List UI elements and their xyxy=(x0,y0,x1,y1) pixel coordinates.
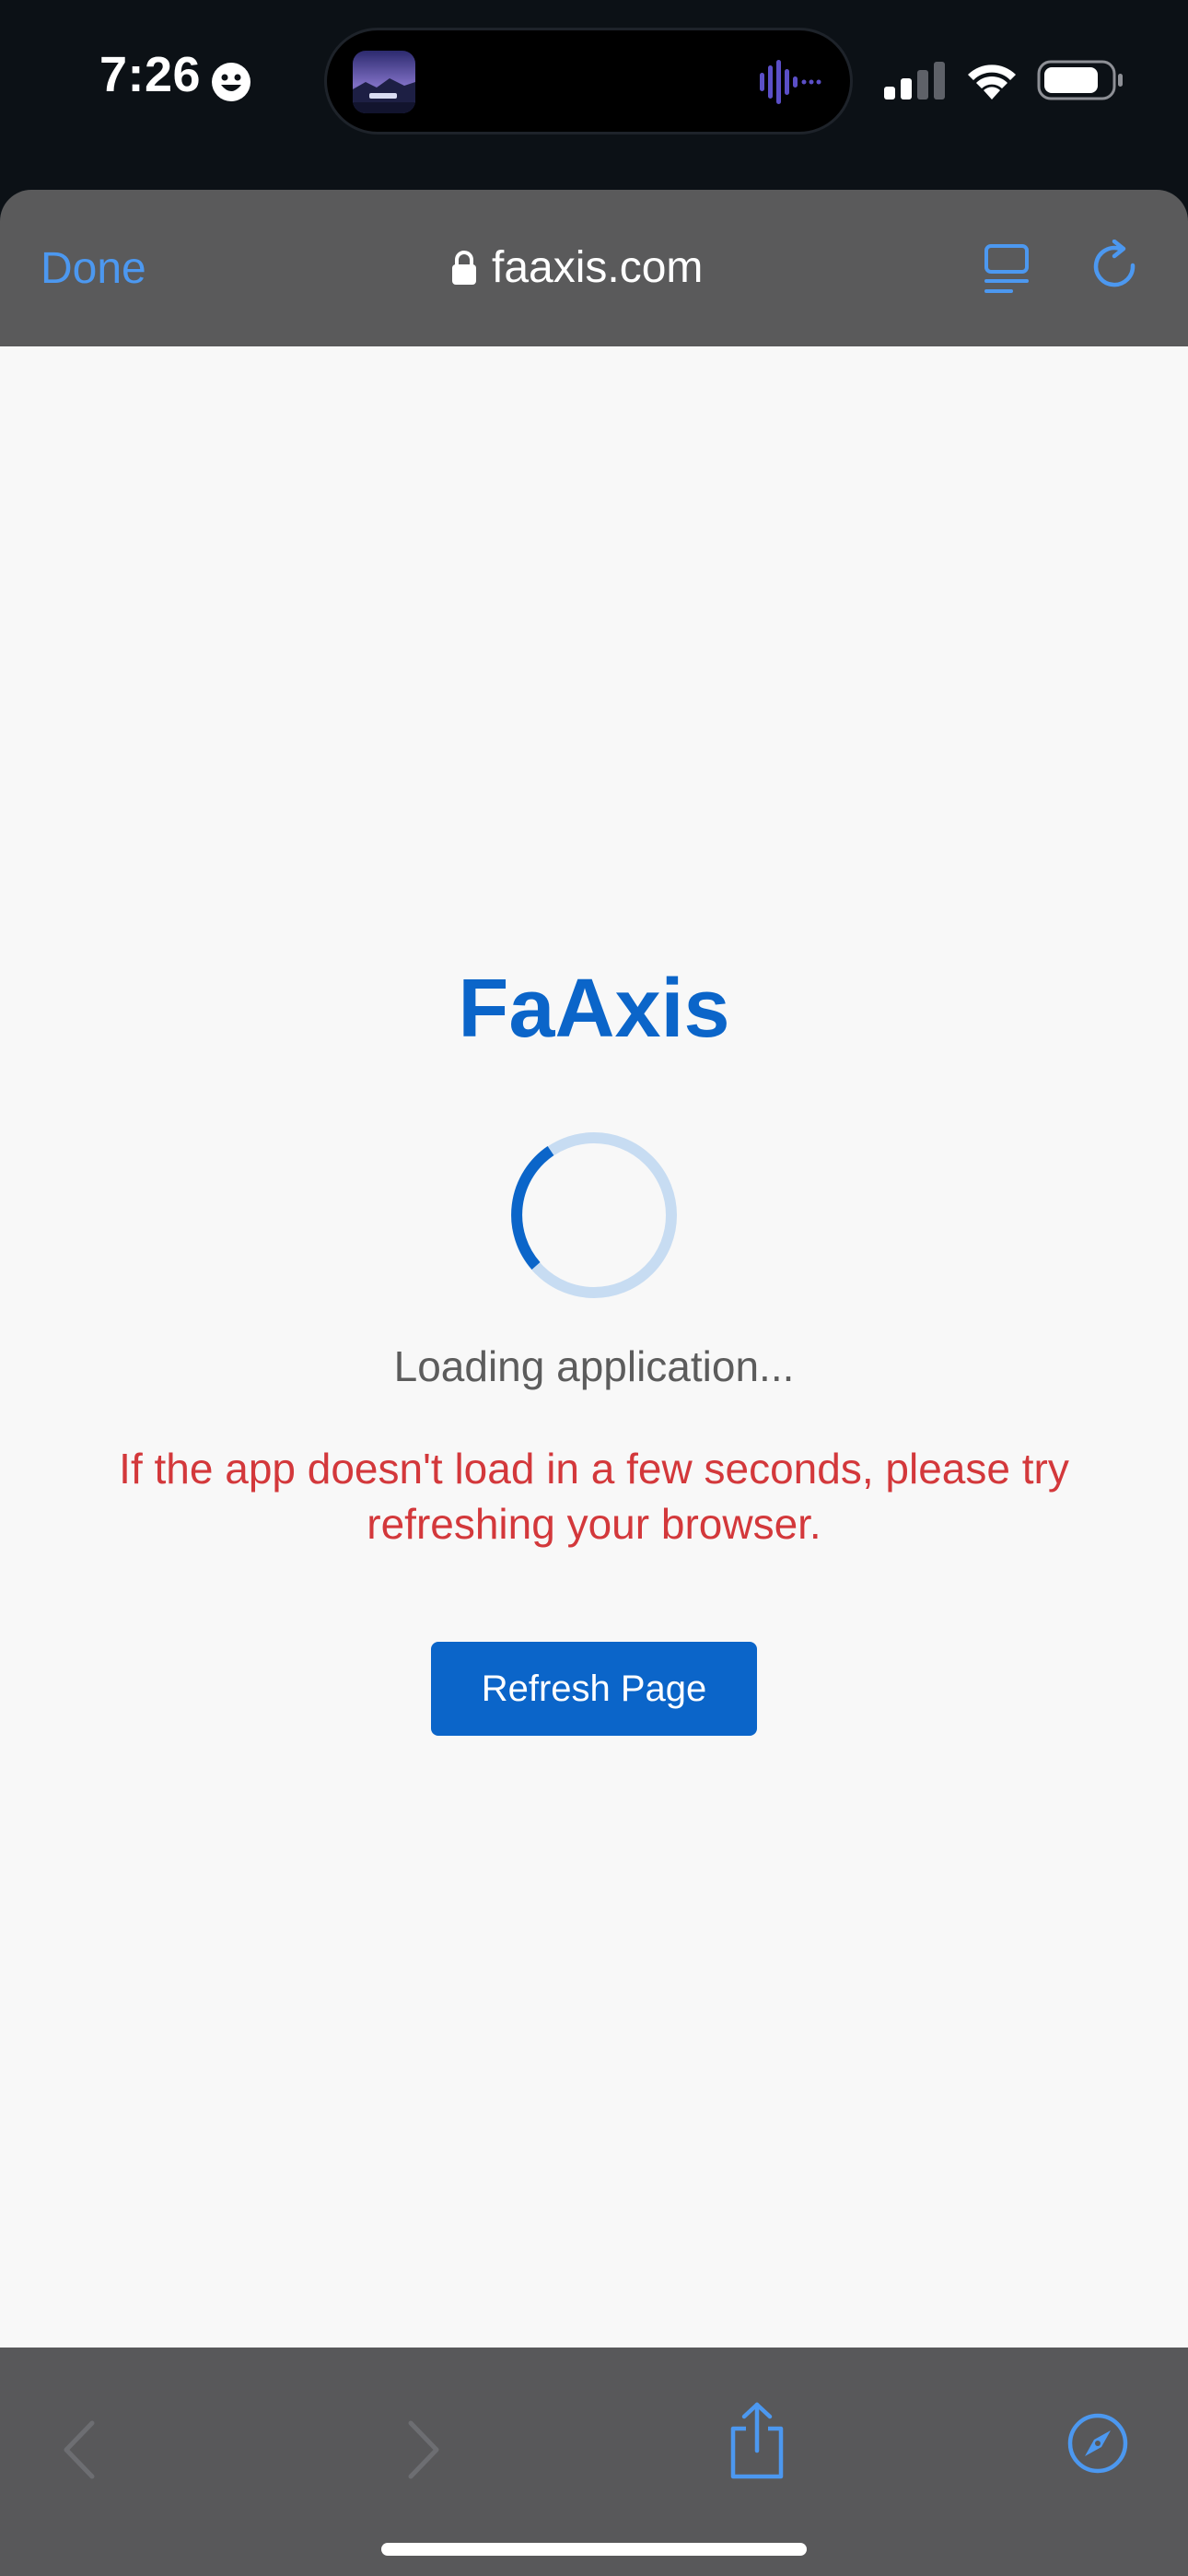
browser-bottom-bar xyxy=(0,2348,1188,2576)
status-bar: 7:26 xyxy=(0,0,1188,190)
web-page: FaAxis Loading application... If the app… xyxy=(0,346,1188,2348)
battery-icon xyxy=(1037,60,1123,100)
smiley-icon xyxy=(212,63,250,101)
compass-icon[interactable] xyxy=(1066,2412,1129,2475)
loading-spinner-icon xyxy=(511,1132,677,1298)
status-time: 7:26 xyxy=(99,47,202,102)
address-bar[interactable]: faaxis.com xyxy=(451,238,703,297)
home-indicator[interactable] xyxy=(381,2543,807,2556)
cellular-signal-icon xyxy=(884,62,945,100)
lock-icon xyxy=(452,251,476,285)
url-text: faaxis.com xyxy=(492,242,704,292)
screen: 7:26 Done faaxis.com FaAxis Loading appl… xyxy=(0,0,1188,2576)
warning-message: If the app doesn't load in a few seconds… xyxy=(119,1445,1069,1548)
dynamic-island[interactable] xyxy=(324,28,853,135)
loading-text: Loading application... xyxy=(393,1342,795,1390)
done-button[interactable]: Done xyxy=(41,243,146,294)
share-icon[interactable] xyxy=(728,2401,786,2480)
album-art xyxy=(353,51,415,113)
reader-mode-icon[interactable] xyxy=(984,243,1030,295)
page-title: FaAxis xyxy=(458,963,730,1055)
wifi-icon xyxy=(968,64,1016,100)
browser-toolbar: Done faaxis.com xyxy=(0,190,1188,346)
refresh-page-button[interactable]: Refresh Page xyxy=(431,1642,757,1736)
back-chevron-icon[interactable] xyxy=(59,2418,99,2482)
forward-chevron-icon[interactable] xyxy=(403,2418,444,2482)
reload-icon[interactable] xyxy=(1089,240,1144,297)
audio-wave-icon xyxy=(760,60,821,104)
